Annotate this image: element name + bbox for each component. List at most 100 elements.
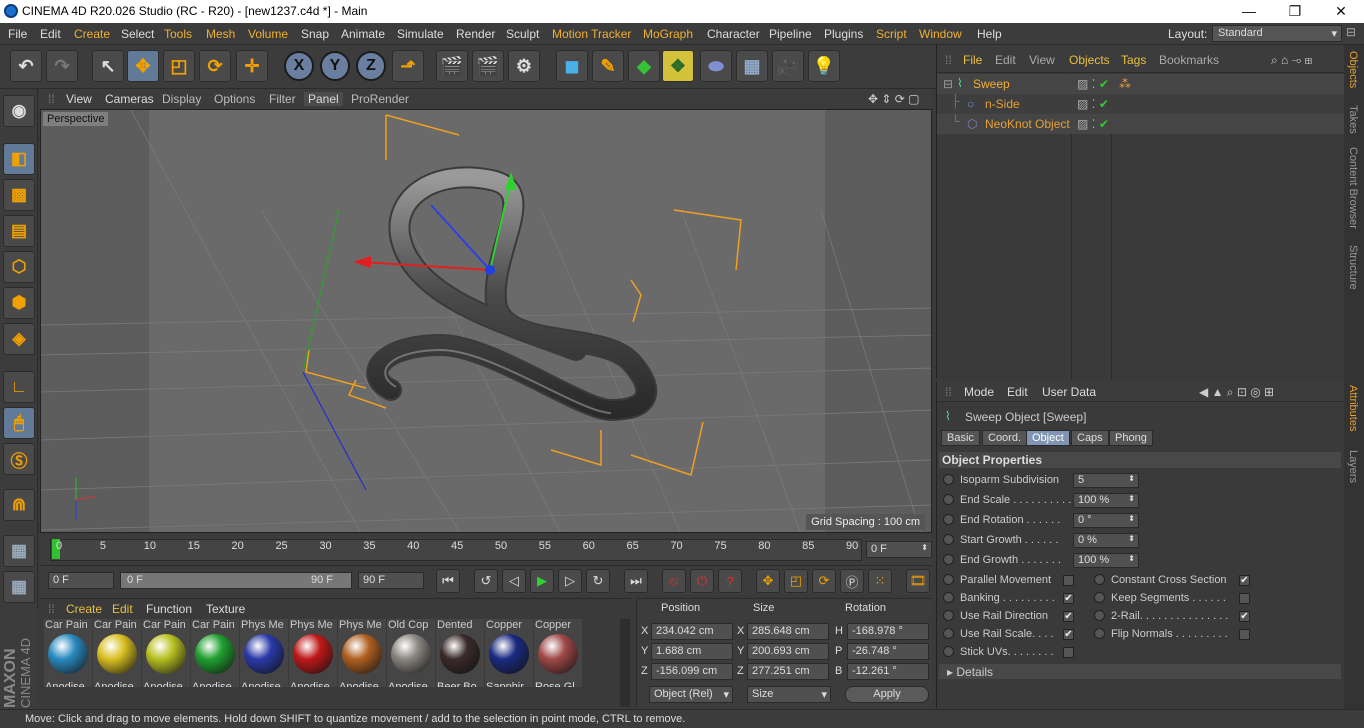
checkbox[interactable]: ✔ [1063, 593, 1074, 604]
animate-radio-icon[interactable] [1094, 574, 1105, 585]
menu-motion-tracker[interactable]: Motion Tracker [552, 27, 631, 41]
side-tab-layers[interactable]: Layers [1347, 450, 1359, 483]
key-rotation-icon[interactable]: ⟳ [812, 569, 836, 593]
rotation-field[interactable]: -12.261 ° [847, 663, 929, 680]
move-tool-icon[interactable]: ✥ [127, 50, 159, 82]
menu-create[interactable]: Create [74, 27, 110, 41]
object-menu-file[interactable]: File [963, 53, 982, 67]
camera-icon[interactable]: 🎥 [772, 50, 804, 82]
grid-lock-icon[interactable]: ▦ [3, 571, 35, 603]
attr-value-field[interactable]: 0 ° ⬍ [1073, 513, 1139, 528]
perspective-viewport[interactable]: Perspective Grid Spacing : 100 cm [40, 109, 932, 533]
position-field[interactable]: 234.042 cm [651, 623, 733, 640]
object-menu-edit[interactable]: Edit [995, 53, 1016, 67]
apply-button[interactable]: Apply [845, 686, 929, 703]
edges-mode-icon[interactable]: ⬢ [3, 287, 35, 319]
stepper-icon[interactable]: ⬍ [1128, 554, 1135, 563]
menu-snap[interactable]: Snap [301, 27, 329, 41]
menu-sculpt[interactable]: Sculpt [506, 27, 539, 41]
record-keys-icon[interactable]: ⦸ [662, 569, 686, 593]
coord-mode-select[interactable]: Object (Rel) ▾ [649, 686, 733, 703]
attr-nav-icons[interactable]: ◀ ▲ ⌕ ⊡ ◎ ⊞ [1199, 385, 1274, 400]
next-frame-icon[interactable]: ▷ [558, 569, 582, 593]
menu-script[interactable]: Script [876, 27, 907, 41]
scale-tool-icon[interactable]: ◰ [163, 50, 195, 82]
side-tab-objects[interactable]: Objects [1347, 51, 1359, 88]
menu-mograph[interactable]: MoGraph [643, 27, 693, 41]
snapping-icon[interactable]: ⋒ [3, 489, 35, 521]
timeline-window-icon[interactable]: 🎞 [906, 569, 930, 593]
animate-radio-icon[interactable] [943, 592, 954, 603]
material-swatch[interactable]: Car Pain Anodise [44, 619, 92, 687]
z-axis-icon[interactable]: Z [356, 51, 386, 81]
material-menu-function[interactable]: Function [146, 602, 192, 616]
viewport-menu-prorender[interactable]: ProRender [351, 92, 409, 106]
deformer-icon[interactable]: ⬬ [700, 50, 732, 82]
animate-radio-icon[interactable] [943, 534, 954, 545]
solo-mode-icon[interactable]: Ⓢ [3, 443, 35, 475]
animate-radio-icon[interactable] [943, 494, 954, 505]
layout-select[interactable]: Standard ▾ [1212, 25, 1342, 42]
tab-basic[interactable]: Basic [941, 430, 980, 446]
render-picture-viewer-icon[interactable]: 🎬 [472, 50, 504, 82]
attr-value-field[interactable]: 100 % ⬍ [1073, 553, 1139, 568]
checkbox[interactable]: ✔ [1063, 629, 1074, 640]
menu-simulate[interactable]: Simulate [397, 27, 444, 41]
object-row-sweep[interactable]: ⊟ ⌇ Sweep ▨ ⁚ ✔ ⁂ [937, 74, 1345, 94]
make-editable-icon[interactable]: ◉ [3, 95, 35, 127]
material-menu-edit[interactable]: Edit [112, 602, 133, 616]
autokey-icon[interactable]: ⏻ [690, 569, 714, 593]
polygons-mode-icon[interactable]: ◈ [3, 323, 35, 355]
side-tab-takes[interactable]: Takes [1347, 105, 1359, 134]
viewport-navigation-icons[interactable]: ✥ ⇕ ⟳ ▢ [868, 92, 920, 106]
animate-radio-icon[interactable] [943, 610, 954, 621]
material-swatch[interactable]: Copper Sapphir [485, 619, 533, 687]
object-menu-view[interactable]: View [1029, 53, 1055, 67]
key-pla-icon[interactable]: ⁙ [868, 569, 892, 593]
coord-size-select[interactable]: Size ▾ [747, 686, 831, 703]
stepper-icon[interactable]: ⬍ [1128, 534, 1135, 543]
key-scale-icon[interactable]: ◰ [784, 569, 808, 593]
visibility-toggle-icon[interactable]: ▨ ⁚ ✔ [1077, 97, 1109, 111]
goto-end-icon[interactable]: ⏭ [624, 569, 648, 593]
menu-tools[interactable]: Tools [164, 27, 192, 41]
viewport-menu-cameras[interactable]: Cameras [105, 92, 154, 106]
side-tab-structure[interactable]: Structure [1347, 245, 1359, 290]
checkbox[interactable]: ✔ [1239, 611, 1250, 622]
maximize-button[interactable]: ❐ [1272, 0, 1318, 23]
rotation-field[interactable]: -168.978 ° [847, 623, 929, 640]
y-axis-icon[interactable]: Y [320, 51, 350, 81]
animate-radio-icon[interactable] [943, 514, 954, 525]
rotate-tool-icon[interactable]: ⟳ [199, 50, 231, 82]
prev-frame-icon[interactable]: ◁ [502, 569, 526, 593]
menu-window[interactable]: Window [919, 27, 962, 41]
viewport-menu-filter[interactable]: Filter [269, 92, 296, 106]
rotation-field[interactable]: -26.748 ° [847, 643, 929, 660]
size-field[interactable]: 200.693 cm [747, 643, 829, 660]
next-key-icon[interactable]: ↻ [586, 569, 610, 593]
menu-render[interactable]: Render [456, 27, 495, 41]
visibility-toggle-icon[interactable]: ▨ ⁚ ✔ [1077, 117, 1109, 131]
tab-object[interactable]: Object [1026, 430, 1070, 446]
redo-icon[interactable]: ↷ [46, 50, 78, 82]
tab-phong[interactable]: Phong [1109, 430, 1153, 446]
menu-character[interactable]: Character [707, 27, 760, 41]
close-button[interactable]: ✕ [1318, 0, 1364, 23]
tweak-mode-icon[interactable]: 🖱 [3, 407, 35, 439]
cube-icon[interactable]: ◼ [556, 50, 588, 82]
undo-icon[interactable]: ↶ [10, 50, 42, 82]
animate-radio-icon[interactable] [943, 474, 954, 485]
position-field[interactable]: -156.099 cm [651, 663, 733, 680]
coordinate-system-icon[interactable]: ⬏ [392, 50, 424, 82]
attr-menu-mode[interactable]: Mode [964, 385, 994, 399]
checkbox[interactable]: ✔ [1239, 575, 1250, 586]
animate-radio-icon[interactable] [943, 646, 954, 657]
menu-pipeline[interactable]: Pipeline [769, 27, 812, 41]
key-position-icon[interactable]: ✥ [756, 569, 780, 593]
menu-animate[interactable]: Animate [341, 27, 385, 41]
animate-radio-icon[interactable] [1094, 610, 1105, 621]
menu-edit[interactable]: Edit [40, 27, 61, 41]
side-tab-content-browser[interactable]: Content Browser [1347, 147, 1359, 229]
material-swatch[interactable]: Phys Me Anodise [240, 619, 288, 687]
attr-value-field[interactable]: 5 ⬍ [1073, 473, 1139, 488]
